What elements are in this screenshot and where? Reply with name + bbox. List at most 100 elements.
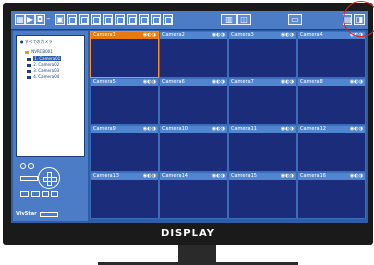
camera-video-area[interactable] bbox=[93, 87, 156, 122]
camera-tile-status-icons[interactable]: ◉◐◑ bbox=[143, 80, 156, 85]
fullscreen-icon[interactable]: ▭ bbox=[288, 14, 302, 25]
camera-video-area[interactable] bbox=[231, 40, 294, 75]
camera-tile-status-icons[interactable]: ◉◐◑ bbox=[281, 33, 294, 38]
grid-1x1-icon[interactable]: ▣ bbox=[55, 14, 65, 25]
camera-video-area[interactable] bbox=[300, 134, 363, 169]
tree-camera-item[interactable]: 2. Camera02 bbox=[27, 62, 59, 67]
camera-video-area[interactable] bbox=[231, 181, 294, 216]
camera-tile[interactable]: Camera4 ◉◐◑ bbox=[297, 31, 366, 78]
camera-tile-label: Camera2 bbox=[162, 32, 185, 38]
camera-tile-label: Camera11 bbox=[231, 126, 257, 132]
ptz-control[interactable] bbox=[38, 167, 60, 189]
camera-tile-label: Camera7 bbox=[231, 79, 254, 85]
camera-video-area[interactable] bbox=[162, 87, 225, 122]
camera-video-area[interactable] bbox=[300, 87, 363, 122]
camera-tile[interactable]: Camera8 ◉◐◑ bbox=[297, 78, 366, 125]
camera-tree: ● すべてのカメラ NVRCB001 1. Camera01 2. Camera… bbox=[16, 35, 85, 157]
camera-tile-status-icons[interactable]: ◉◐◑ bbox=[212, 80, 225, 85]
patrol-icon[interactable] bbox=[31, 191, 40, 197]
camera-tile-status-icons[interactable]: ◉◐◑ bbox=[281, 127, 294, 132]
camera-tile-status-icons[interactable]: ◉◐◑ bbox=[143, 33, 156, 38]
camera-tile-status-icons[interactable]: ◉◐◑ bbox=[350, 80, 363, 85]
speed-slider[interactable] bbox=[20, 176, 38, 181]
grid-custom-icon[interactable] bbox=[103, 14, 113, 25]
camera-tile-header: Camera16 ◉◐◑ bbox=[298, 173, 365, 180]
grid-16-icon[interactable] bbox=[163, 14, 173, 25]
ptz-vertical[interactable] bbox=[47, 172, 52, 186]
camera-tile-status-icons[interactable]: ◉◐◑ bbox=[212, 33, 225, 38]
camera-tile[interactable]: Camera10 ◉◐◑ bbox=[159, 125, 228, 172]
zoom-out-icon[interactable] bbox=[28, 163, 34, 169]
camera-tile[interactable]: Camera7 ◉◐◑ bbox=[228, 78, 297, 125]
camera-video-area[interactable] bbox=[162, 134, 225, 169]
camera-tile[interactable]: Camera15 ◉◐◑ bbox=[228, 172, 297, 219]
camera-tile[interactable]: Camera13 ◉◐◑ bbox=[90, 172, 159, 219]
camera-tile-label: Camera14 bbox=[162, 173, 188, 179]
camera-tile-label: Camera16 bbox=[300, 173, 326, 179]
camera-tile-status-icons[interactable]: ◉◐◑ bbox=[350, 127, 363, 132]
camera-tile-status-icons[interactable]: ◉◐◑ bbox=[281, 174, 294, 179]
camera-tile-header: Camera10 ◉◐◑ bbox=[160, 126, 227, 133]
tree-camera-label: 4. Camera04 bbox=[33, 74, 60, 79]
tree-camera-label: 2. Camera02 bbox=[33, 62, 60, 67]
grid-3x3-icon[interactable] bbox=[79, 14, 89, 25]
camera-tile-label: Camera6 bbox=[162, 79, 185, 85]
camera-tile[interactable]: Camera3 ◉◐◑ bbox=[228, 31, 297, 78]
tree-camera-item[interactable]: 3. Camera03 bbox=[27, 68, 59, 73]
snapshot-icon[interactable]: ◫ bbox=[237, 14, 251, 25]
camera-tile[interactable]: Camera12 ◉◐◑ bbox=[297, 125, 366, 172]
monitor-stand bbox=[178, 245, 216, 262]
camera-tile[interactable]: Camera5 ◉◐◑ bbox=[90, 78, 159, 125]
layout-icon[interactable]: ▦ bbox=[15, 14, 25, 25]
camera-video-area[interactable] bbox=[162, 40, 225, 75]
camera-tile[interactable]: Camera11 ◉◐◑ bbox=[228, 125, 297, 172]
camera-tile[interactable]: Camera2 ◉◐◑ bbox=[159, 31, 228, 78]
tree-camera-label: 3. Camera03 bbox=[33, 68, 60, 73]
brand-logo: VivStar bbox=[16, 211, 37, 217]
camera-video-area[interactable] bbox=[93, 134, 156, 169]
record-icon[interactable]: ◘ bbox=[35, 14, 45, 25]
grid-2x2-icon[interactable] bbox=[67, 14, 77, 25]
tree-camera-item[interactable]: 1. Camera01 bbox=[27, 56, 62, 61]
play-icon[interactable]: ▶ bbox=[25, 14, 35, 25]
camera-tile-header: Camera15 ◉◐◑ bbox=[229, 173, 296, 180]
camera-tile[interactable]: Camera6 ◉◐◑ bbox=[159, 78, 228, 125]
grid-4x4-icon[interactable] bbox=[91, 14, 101, 25]
camera-tile-status-icons[interactable]: ◉◐◑ bbox=[143, 127, 156, 132]
grid-8-icon[interactable] bbox=[139, 14, 149, 25]
camera-video-area[interactable] bbox=[162, 181, 225, 216]
camera-video-area[interactable] bbox=[231, 87, 294, 122]
tree-camera-item[interactable]: 4. Camera04 bbox=[27, 74, 59, 79]
camera-video-area[interactable] bbox=[93, 181, 156, 216]
camera-tile-status-icons[interactable]: ◉◐◑ bbox=[350, 174, 363, 179]
focus-icon[interactable] bbox=[42, 191, 49, 197]
volume-slider[interactable] bbox=[40, 212, 58, 217]
camera-tile-status-icons[interactable]: ◉◐◑ bbox=[212, 127, 225, 132]
grid-wide-icon[interactable] bbox=[115, 14, 125, 25]
vms-screen: ▦ ▶ ◘ – ▣ ▥ ◫ ▭ ▤ ◨ ● すべてのカメラ NVRCB001 1… bbox=[11, 11, 368, 223]
camera-tile-status-icons[interactable]: ◉◐◑ bbox=[212, 174, 225, 179]
camera-tile-header: Camera8 ◉◐◑ bbox=[298, 79, 365, 86]
camera-video-area[interactable] bbox=[93, 40, 156, 75]
camera-video-area[interactable] bbox=[231, 134, 294, 169]
sequence-icon[interactable]: ▥ bbox=[221, 14, 237, 25]
grid-9-icon[interactable] bbox=[151, 14, 161, 25]
folder-icon bbox=[25, 50, 29, 54]
camera-tile[interactable]: Camera9 ◉◐◑ bbox=[90, 125, 159, 172]
tree-recorder[interactable]: NVRCB001 bbox=[25, 49, 53, 54]
zoom-in-icon[interactable] bbox=[20, 163, 26, 169]
camera-video-area[interactable] bbox=[300, 40, 363, 75]
camera-tile[interactable]: Camera16 ◉◐◑ bbox=[297, 172, 366, 219]
camera-tile-status-icons[interactable]: ◉◐◑ bbox=[281, 80, 294, 85]
tree-root[interactable]: ● すべてのカメラ bbox=[20, 39, 52, 45]
tree-root-icon: ● bbox=[20, 39, 24, 44]
tree-camera-label: 1. Camera01 bbox=[33, 56, 62, 61]
grid-6-icon[interactable] bbox=[127, 14, 137, 25]
camera-tile[interactable]: Camera14 ◉◐◑ bbox=[159, 172, 228, 219]
camera-tile-status-icons[interactable]: ◉◐◑ bbox=[143, 174, 156, 179]
preset-icon[interactable] bbox=[20, 191, 29, 197]
iris-icon[interactable] bbox=[51, 191, 58, 197]
camera-video-area[interactable] bbox=[300, 181, 363, 216]
camera-tile[interactable]: Camera1 ◉◐◑ bbox=[90, 31, 159, 78]
camera-tile-header: Camera14 ◉◐◑ bbox=[160, 173, 227, 180]
